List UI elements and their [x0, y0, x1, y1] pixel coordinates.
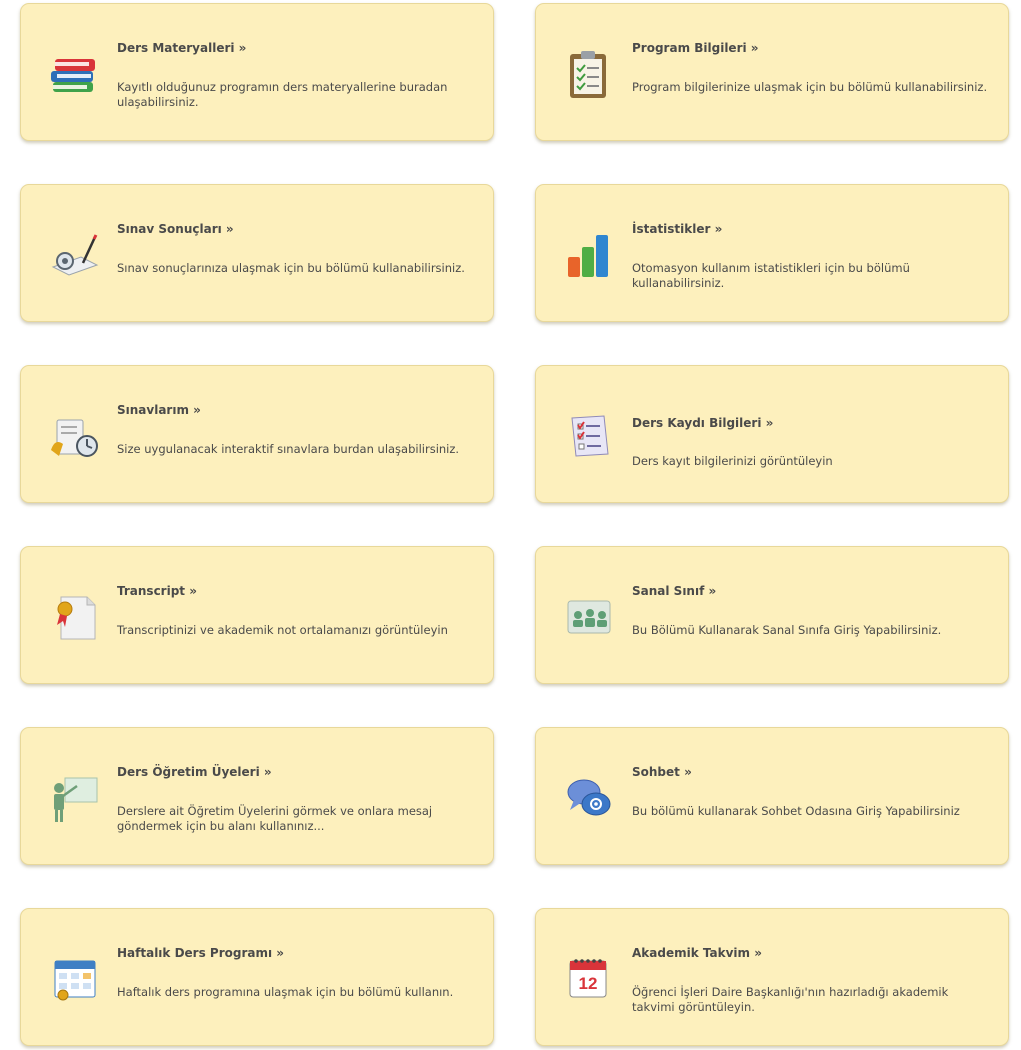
card-sohbet[interactable]: Sohbet » Bu bölümü kullanarak Sohbet Oda…: [535, 727, 1009, 865]
bar-chart-icon: [562, 227, 618, 283]
teacher-icon: [47, 770, 103, 826]
card-description: Program bilgilerinize ulaşmak için bu bö…: [632, 80, 988, 94]
card-transcript[interactable]: Transcript » Transcriptinizi ve akademik…: [20, 546, 494, 684]
card-description: Sınav sonuçlarınıza ulaşmak için bu bölü…: [117, 261, 465, 275]
card-akademik-takvim[interactable]: 12 Akademik Takvim » Öğrenci İşleri Dair…: [535, 908, 1009, 1046]
card-title[interactable]: Program Bilgileri »: [632, 41, 759, 55]
clipboard-icon: [562, 46, 618, 102]
calendar-icon: 12: [562, 951, 618, 1007]
card-description: Kayıtlı olduğunuz programın ders materya…: [117, 80, 448, 109]
card-haftalik-ders-programi[interactable]: Haftalık Ders Programı » Haftalık ders p…: [20, 908, 494, 1046]
card-description: Transcriptinizi ve akademik not ortalama…: [117, 623, 448, 637]
card-ders-materyalleri[interactable]: Ders Materyalleri » Kayıtlı olduğunuz pr…: [20, 3, 494, 141]
certificate-icon: [47, 589, 103, 645]
card-program-bilgileri[interactable]: Program Bilgileri » Program bilgileriniz…: [535, 3, 1009, 141]
card-description: Size uygulanacak interaktif sınavlara bu…: [117, 442, 460, 456]
card-title[interactable]: Ders Öğretim Üyeleri »: [117, 765, 272, 779]
card-title[interactable]: İstatistikler »: [632, 222, 722, 236]
card-description: Öğrenci İşleri Daire Başkanlığı'nın hazı…: [632, 985, 949, 1014]
card-ders-kaydi-bilgileri[interactable]: Ders Kaydı Bilgileri » Ders kayıt bilgil…: [535, 365, 1009, 503]
timed-exam-icon: [47, 408, 103, 464]
exam-results-icon: [47, 227, 103, 283]
card-title[interactable]: Akademik Takvim »: [632, 946, 762, 960]
card-title[interactable]: Sanal Sınıf »: [632, 584, 716, 598]
books-icon: [47, 46, 103, 102]
calendar-day-text: 12: [579, 974, 598, 993]
card-title[interactable]: Transcript »: [117, 584, 197, 598]
card-title[interactable]: Sınavlarım »: [117, 403, 201, 417]
card-description: Bu Bölümü Kullanarak Sanal Sınıfa Giriş …: [632, 623, 942, 637]
card-description: Ders kayıt bilgilerinizi görüntüleyin: [632, 454, 833, 468]
card-description: Otomasyon kullanım istatistikleri için b…: [632, 261, 910, 290]
card-sinavlarim[interactable]: Sınavlarım » Size uygulanacak interaktif…: [20, 365, 494, 503]
card-ders-ogretim-uyeleri[interactable]: Ders Öğretim Üyeleri » Derslere ait Öğre…: [20, 727, 494, 865]
card-title[interactable]: Ders Kaydı Bilgileri »: [632, 416, 773, 430]
card-sinav-sonuclari[interactable]: Sınav Sonuçları » Sınav sonuçlarınıza ul…: [20, 184, 494, 322]
weekly-schedule-icon: [47, 951, 103, 1007]
card-title[interactable]: Sınav Sonuçları »: [117, 222, 234, 236]
dashboard-grid: Ders Materyalleri » Kayıtlı olduğunuz pr…: [0, 0, 1021, 1050]
card-title[interactable]: Sohbet »: [632, 765, 692, 779]
card-istatistikler[interactable]: İstatistikler » Otomasyon kullanım istat…: [535, 184, 1009, 322]
checklist-icon: [562, 408, 618, 464]
card-title[interactable]: Ders Materyalleri »: [117, 41, 246, 55]
chat-bubbles-icon: [562, 770, 618, 826]
card-description: Derslere ait Öğretim Üyelerini görmek ve…: [117, 804, 433, 833]
card-sanal-sinif[interactable]: Sanal Sınıf » Bu Bölümü Kullanarak Sanal…: [535, 546, 1009, 684]
virtual-class-icon: [562, 589, 618, 645]
card-description: Haftalık ders programına ulaşmak için bu…: [117, 985, 454, 999]
card-title[interactable]: Haftalık Ders Programı »: [117, 946, 284, 960]
card-description: Bu bölümü kullanarak Sohbet Odasına Giri…: [632, 804, 960, 818]
